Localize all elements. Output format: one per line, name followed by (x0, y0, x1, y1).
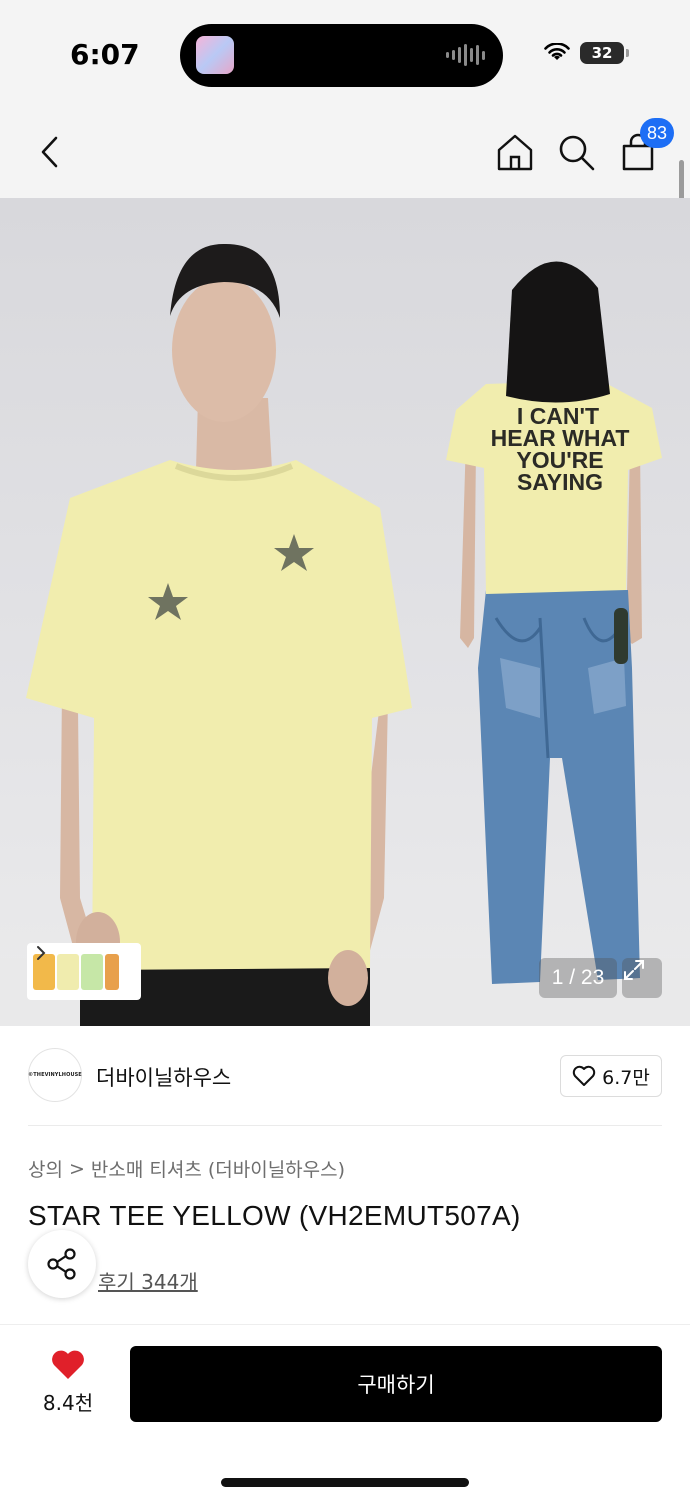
section-divider (28, 1125, 662, 1126)
breadcrumb: 상의 > 반소매 티셔츠 (더바이닐하우스) (28, 1155, 345, 1182)
brand-row[interactable]: ©THEVINYLHOUSE 더바이닐하우스 6.7만 (28, 1048, 662, 1106)
brand-logo[interactable]: ©THEVINYLHOUSE (28, 1048, 82, 1102)
status-indicators: 32 (544, 42, 629, 64)
share-icon (47, 1248, 76, 1280)
top-navigation: 83 (0, 110, 690, 198)
home-icon (497, 134, 533, 171)
share-button[interactable] (28, 1230, 96, 1298)
model-back: I CAN'T HEAR WHAT YOU'RE SAYING (446, 261, 662, 984)
breadcrumb-separator: > (68, 1157, 85, 1180)
brand-like-count: 6.7만 (602, 1066, 650, 1089)
brand-like-button[interactable]: 6.7만 (560, 1055, 662, 1097)
product-photo: I CAN'T HEAR WHAT YOU'RE SAYING (0, 243, 690, 1026)
dynamic-island (180, 24, 503, 87)
back-print-line-4: SAYING (517, 469, 603, 495)
thumbnail-peach[interactable] (105, 953, 119, 990)
breadcrumb-subcategory[interactable]: 반소매 티셔츠 (더바이닐하우스) (91, 1155, 345, 1182)
expand-image-button[interactable] (622, 958, 662, 998)
wishlist-button[interactable]: 8.4천 (28, 1349, 108, 1416)
purchase-bar: 8.4천 구매하기 (0, 1324, 690, 1500)
heart-outline-icon (572, 1065, 596, 1086)
buy-button[interactable]: 구매하기 (130, 1346, 662, 1422)
thumbnail-green[interactable] (81, 953, 103, 990)
brand-logo-text: ©THEVINYLHOUSE (28, 1072, 82, 1078)
audio-wave-icon (446, 44, 485, 66)
color-option-thumbnails[interactable] (27, 943, 141, 1000)
status-time: 6:07 (70, 38, 140, 71)
wifi-icon (544, 43, 570, 60)
cart-button[interactable]: 83 (616, 118, 674, 174)
image-counter: 1 / 23 (539, 958, 617, 998)
breadcrumb-category[interactable]: 상의 (28, 1155, 63, 1182)
back-button[interactable] (30, 130, 70, 174)
expand-icon (624, 960, 644, 980)
chevron-left-icon (41, 136, 58, 168)
wishlist-count: 8.4천 (42, 1391, 94, 1415)
chevron-right-icon (37, 946, 46, 960)
product-title: STAR TEE YELLOW (VH2EMUT507A) (28, 1200, 521, 1231)
home-indicator[interactable] (221, 1478, 469, 1487)
model-front (26, 243, 412, 1026)
battery-icon: 32 (580, 42, 629, 64)
thumbnail-yellow[interactable] (57, 953, 79, 990)
home-button[interactable] (493, 130, 537, 174)
brand-name[interactable]: 더바이닐하우스 (96, 1062, 231, 1092)
heart-filled-icon (52, 1350, 84, 1379)
status-bar: 6:07 32 (0, 0, 690, 110)
search-icon (559, 135, 595, 171)
reviews-link[interactable]: 후기 344개 (98, 1266, 198, 1295)
search-button[interactable] (554, 130, 598, 174)
now-playing-artwork (196, 36, 234, 74)
product-image-carousel[interactable]: I CAN'T HEAR WHAT YOU'RE SAYING 1 / 23 (0, 198, 690, 1026)
cart-count-badge: 83 (640, 118, 674, 148)
